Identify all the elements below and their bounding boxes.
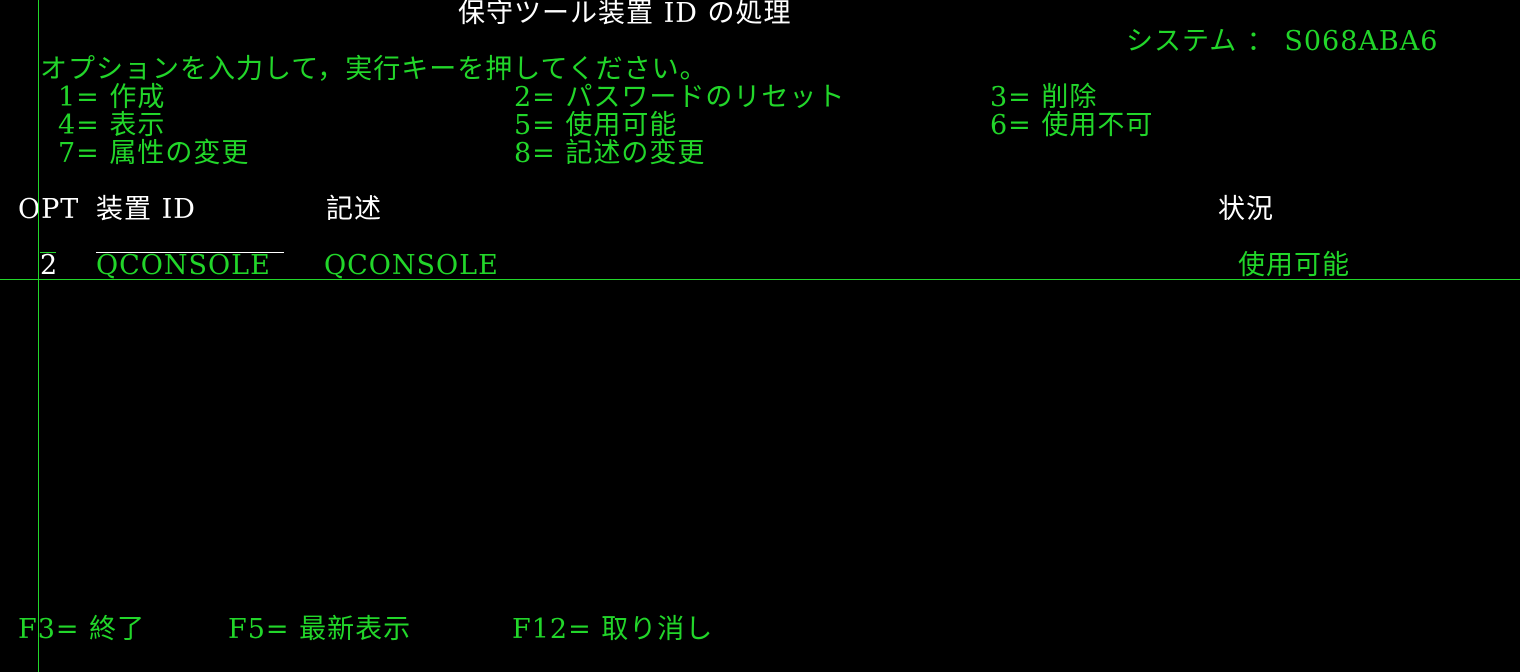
row-description: QCONSOLE (324, 250, 499, 281)
function-key-cancel[interactable]: F12= 取り消し (512, 616, 713, 644)
column-header-status: 状況 (1218, 194, 1274, 225)
option-delete: 3= 削除 (990, 82, 1098, 113)
option-reset-password: 2= パスワードのリセット (514, 82, 846, 113)
option-change-description: 8= 記述の変更 (514, 138, 706, 169)
option-enable: 5= 使用可能 (514, 110, 678, 141)
column-header-description: 記述 (326, 194, 382, 225)
row-device-id: QCONSOLE (96, 250, 271, 281)
option-change-attributes: 7= 属性の変更 (58, 138, 250, 169)
system-name: システム ： S068ABA6 (1126, 26, 1439, 57)
device-id-position-input[interactable] (96, 224, 284, 252)
option-disable: 6= 使用不可 (990, 110, 1154, 141)
cursor-crosshair-horizontal (0, 279, 1520, 280)
option-create: 1= 作成 (58, 82, 166, 113)
column-header-opt: OPT (18, 194, 80, 225)
column-header-device-id: 装置 ID (96, 194, 196, 225)
row-status: 使用可能 (1238, 250, 1350, 281)
function-key-refresh[interactable]: F5= 最新表示 (228, 616, 411, 644)
instruction-text: オプションを入力して，実行キーを押してください。 (40, 54, 708, 85)
row-opt-input[interactable] (40, 252, 58, 280)
screen-title: 保守ツール装置 ID の処理 (458, 0, 792, 29)
option-display: 4= 表示 (58, 110, 166, 141)
cursor-crosshair-vertical (38, 0, 39, 672)
